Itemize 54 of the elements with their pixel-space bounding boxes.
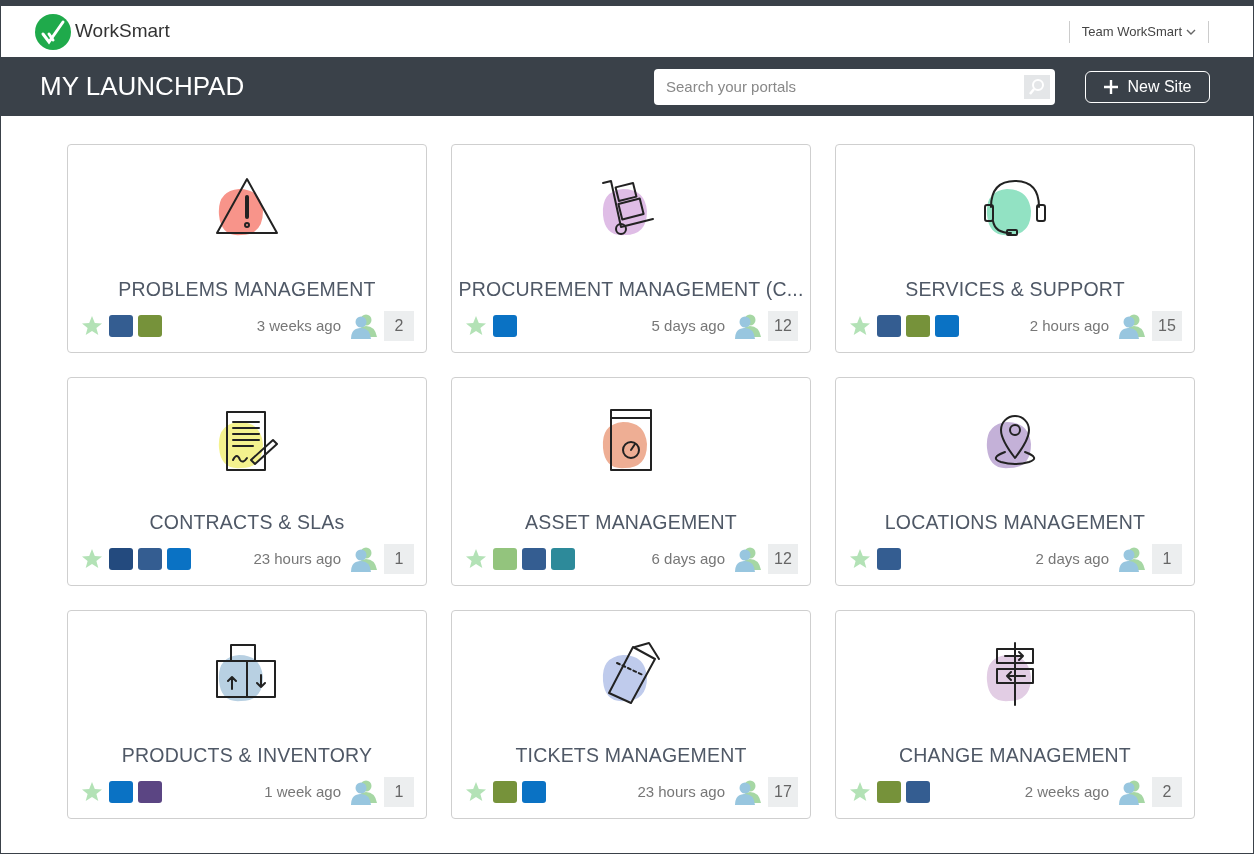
updated-time: 2 days ago [1035,548,1109,569]
members-icon [733,313,763,339]
chevron-down-icon [1186,28,1196,35]
portal-title: ASSET MANAGEMENT [525,510,737,535]
member-count: 17 [768,777,798,807]
portal-card[interactable]: PRODUCTS & INVENTORY 1 week ago 1 [67,610,427,819]
member-count: 15 [1152,311,1182,341]
members-icon [349,779,379,805]
updated-time: 23 hours ago [253,548,341,569]
team-menu[interactable]: Team WorkSmart [1081,21,1196,42]
updated-time: 3 weeks ago [256,315,341,336]
member-count: 12 [768,544,798,574]
portal-card[interactable]: ASSET MANAGEMENT 6 days ago 12 [451,377,811,586]
portal-card[interactable]: PROCUREMENT MANAGEMENT (C... 5 days ago 12 [451,144,811,353]
portal-title: CONTRACTS & SLAs [149,510,345,535]
members-icon [733,546,763,572]
updated-time: 5 days ago [651,315,725,336]
portal-title: PROBLEMS MANAGEMENT [118,277,376,302]
member-count: 2 [384,311,414,341]
portal-title: SERVICES & SUPPORT [905,277,1125,302]
portal-title: PROCUREMENT MANAGEMENT (C... [458,277,804,302]
portal-card[interactable]: SERVICES & SUPPORT 2 hours ago 15 [835,144,1195,353]
logo-text: WorkSmart [75,19,170,44]
updated-time: 23 hours ago [637,781,725,802]
page-title: MY LAUNCHPAD [40,70,246,103]
plus-icon [1103,78,1120,95]
portal-title: PRODUCTS & INVENTORY [121,743,373,768]
member-count: 1 [1152,544,1182,574]
search-icon[interactable] [1024,74,1050,99]
updated-time: 6 days ago [651,548,725,569]
portal-title: TICKETS MANAGEMENT [515,743,747,768]
updated-time: 1 week ago [264,781,341,802]
member-count: 1 [384,544,414,574]
portal-card[interactable]: LOCATIONS MANAGEMENT 2 days ago 1 [835,377,1195,586]
member-count: 12 [768,311,798,341]
members-icon [349,313,379,339]
portal-card[interactable]: PROBLEMS MANAGEMENT 3 weeks ago 2 [67,144,427,353]
logo-icon [35,13,71,50]
portal-card[interactable]: CHANGE MANAGEMENT 2 weeks ago 2 [835,610,1195,819]
updated-time: 2 weeks ago [1024,781,1109,802]
member-count: 1 [384,777,414,807]
members-icon [1117,546,1147,572]
updated-time: 2 hours ago [1029,315,1109,336]
new-site-button[interactable]: New Site [1085,70,1210,103]
portal-card[interactable]: CONTRACTS & SLAs 23 hours ago 1 [67,377,427,586]
portal-card[interactable]: TICKETS MANAGEMENT 23 hours ago 17 [451,610,811,819]
member-count: 2 [1152,777,1182,807]
members-icon [733,779,763,805]
members-icon [1117,779,1147,805]
portal-title: CHANGE MANAGEMENT [899,743,1131,768]
portal-title: LOCATIONS MANAGEMENT [884,510,1146,535]
search-field[interactable]: Search your portals [654,68,1055,105]
members-icon [1117,313,1147,339]
members-icon [349,546,379,572]
